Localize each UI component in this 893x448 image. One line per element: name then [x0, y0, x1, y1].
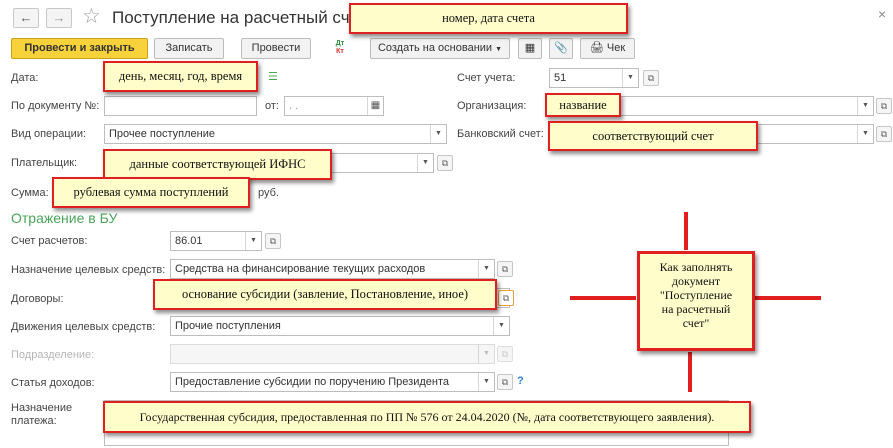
bank-account-label: Банковский счет:	[457, 128, 544, 140]
purpose-funds-select[interactable]: Средства на финансирование текущих расхо…	[170, 259, 495, 279]
open-bank-account-icon[interactable]: ⧉	[876, 126, 892, 142]
doc-number-input[interactable]	[104, 96, 257, 116]
division-select: ▼	[170, 344, 495, 364]
movement-funds-select[interactable]: Прочие поступления ▼	[170, 316, 510, 336]
arrow-left-icon: ←	[19, 10, 33, 25]
arrow-right-line	[755, 296, 821, 300]
receipt-button[interactable]: 🖨 Чек	[580, 38, 635, 59]
dt-kt-icon: Дт Кт	[335, 40, 345, 55]
note-basis: основание субсидии (завление, Постановле…	[153, 279, 497, 310]
account-select[interactable]: 51 ▼	[549, 68, 639, 88]
post-and-close-button[interactable]: Провести и закрыть	[11, 38, 148, 59]
page-title: Поступление на расчетный счет	[112, 8, 367, 27]
arrow-up-line	[684, 212, 688, 250]
from-date-input[interactable]: . . ▦	[284, 96, 384, 116]
chevron-down-icon[interactable]: ▼	[245, 232, 261, 250]
note-account: соответствующий счет	[548, 121, 758, 151]
favorite-star-icon[interactable]: ☆	[82, 5, 101, 29]
open-purpose-funds-icon[interactable]: ⧉	[497, 261, 513, 277]
close-icon[interactable]: ×	[878, 6, 886, 22]
note-name: название	[545, 93, 621, 117]
note-sum: рублевая сумма поступлений	[52, 177, 250, 208]
open-division-icon: ⧉	[497, 346, 513, 362]
note-ifns: данные соответствующей ИФНС	[103, 149, 332, 180]
chevron-down-icon[interactable]: ▼	[417, 154, 433, 172]
account-label: Счет учета:	[457, 72, 516, 84]
chevron-down-icon[interactable]: ▼	[478, 373, 494, 391]
save-button[interactable]: Записать	[154, 38, 224, 59]
chevron-down-icon[interactable]: ▼	[622, 69, 638, 87]
attach-button[interactable]: 📎	[549, 38, 573, 59]
income-item-label: Статья доходов:	[11, 377, 95, 389]
note-purpose: Государственная субсидия, предоставленна…	[103, 401, 751, 433]
operation-type-label: Вид операции:	[11, 128, 87, 140]
contracts-label: Договоры:	[11, 293, 64, 305]
dt-kt-button[interactable]: Дт Кт	[323, 38, 357, 59]
edit-date-icon[interactable]: ☰	[268, 70, 278, 83]
table-icon: ▦	[524, 42, 536, 54]
create-based-on-button[interactable]: Создать на основании ▼	[370, 38, 510, 59]
open-account-icon[interactable]: ⧉	[643, 70, 659, 86]
open-income-icon[interactable]: ⧉	[497, 374, 513, 390]
income-item-select[interactable]: Предоставление субсидии по поручению Пре…	[170, 372, 495, 392]
chevron-down-icon: ▼	[478, 345, 494, 363]
post-button[interactable]: Провести	[241, 38, 311, 59]
currency-label: руб.	[258, 187, 279, 199]
chevron-down-icon[interactable]: ▼	[857, 97, 873, 115]
help-icon[interactable]: ?	[517, 375, 524, 387]
back-button[interactable]: ←	[13, 8, 39, 28]
purpose-funds-label: Назначение целевых средств:	[11, 264, 166, 276]
open-contracts-icon[interactable]: ⧉	[498, 290, 514, 306]
arrow-left-line	[570, 296, 636, 300]
settlement-account-label: Счет расчетов:	[11, 235, 88, 247]
section-title: Отражение в БУ	[11, 210, 118, 226]
note-howto: Как заполнять документ "Поступление на р…	[637, 251, 755, 351]
open-payer-icon[interactable]: ⧉	[437, 155, 453, 171]
chevron-down-icon: ▼	[495, 46, 503, 53]
movement-funds-label: Движения целевых средств:	[11, 321, 156, 333]
from-date-label: от:	[265, 100, 279, 112]
chevron-down-icon[interactable]: ▼	[857, 125, 873, 143]
payment-purpose-label-2: платежа:	[11, 415, 57, 427]
arrow-down-line	[688, 352, 692, 392]
printer-icon: 🖨	[589, 42, 604, 54]
settlement-account-select[interactable]: 86.01 ▼	[170, 231, 262, 251]
chevron-down-icon[interactable]: ▼	[478, 260, 494, 278]
operation-type-select[interactable]: Прочее поступление ▼	[104, 124, 447, 144]
open-settlement-icon[interactable]: ⧉	[265, 233, 281, 249]
arrow-right-icon: →	[52, 10, 66, 25]
payer-label: Плательщик:	[11, 157, 78, 169]
report-button[interactable]: ▦	[518, 38, 542, 59]
sum-label: Сумма:	[11, 187, 49, 199]
note-date-time: день, месяц, год, время	[103, 61, 258, 92]
payment-purpose-label: Назначение	[11, 402, 73, 414]
calendar-icon[interactable]: ▦	[367, 97, 383, 115]
division-label: Подразделение:	[11, 349, 95, 361]
chevron-down-icon[interactable]: ▼	[493, 317, 509, 335]
chevron-down-icon[interactable]: ▼	[430, 125, 446, 143]
paperclip-icon: 📎	[554, 42, 568, 54]
organization-label: Организация:	[457, 100, 527, 112]
date-label: Дата:	[11, 72, 39, 84]
note-number-date: номер, дата счета	[349, 3, 628, 34]
forward-button[interactable]: →	[46, 8, 72, 28]
open-organization-icon[interactable]: ⧉	[876, 98, 892, 114]
doc-number-label: По документу №:	[11, 100, 100, 112]
